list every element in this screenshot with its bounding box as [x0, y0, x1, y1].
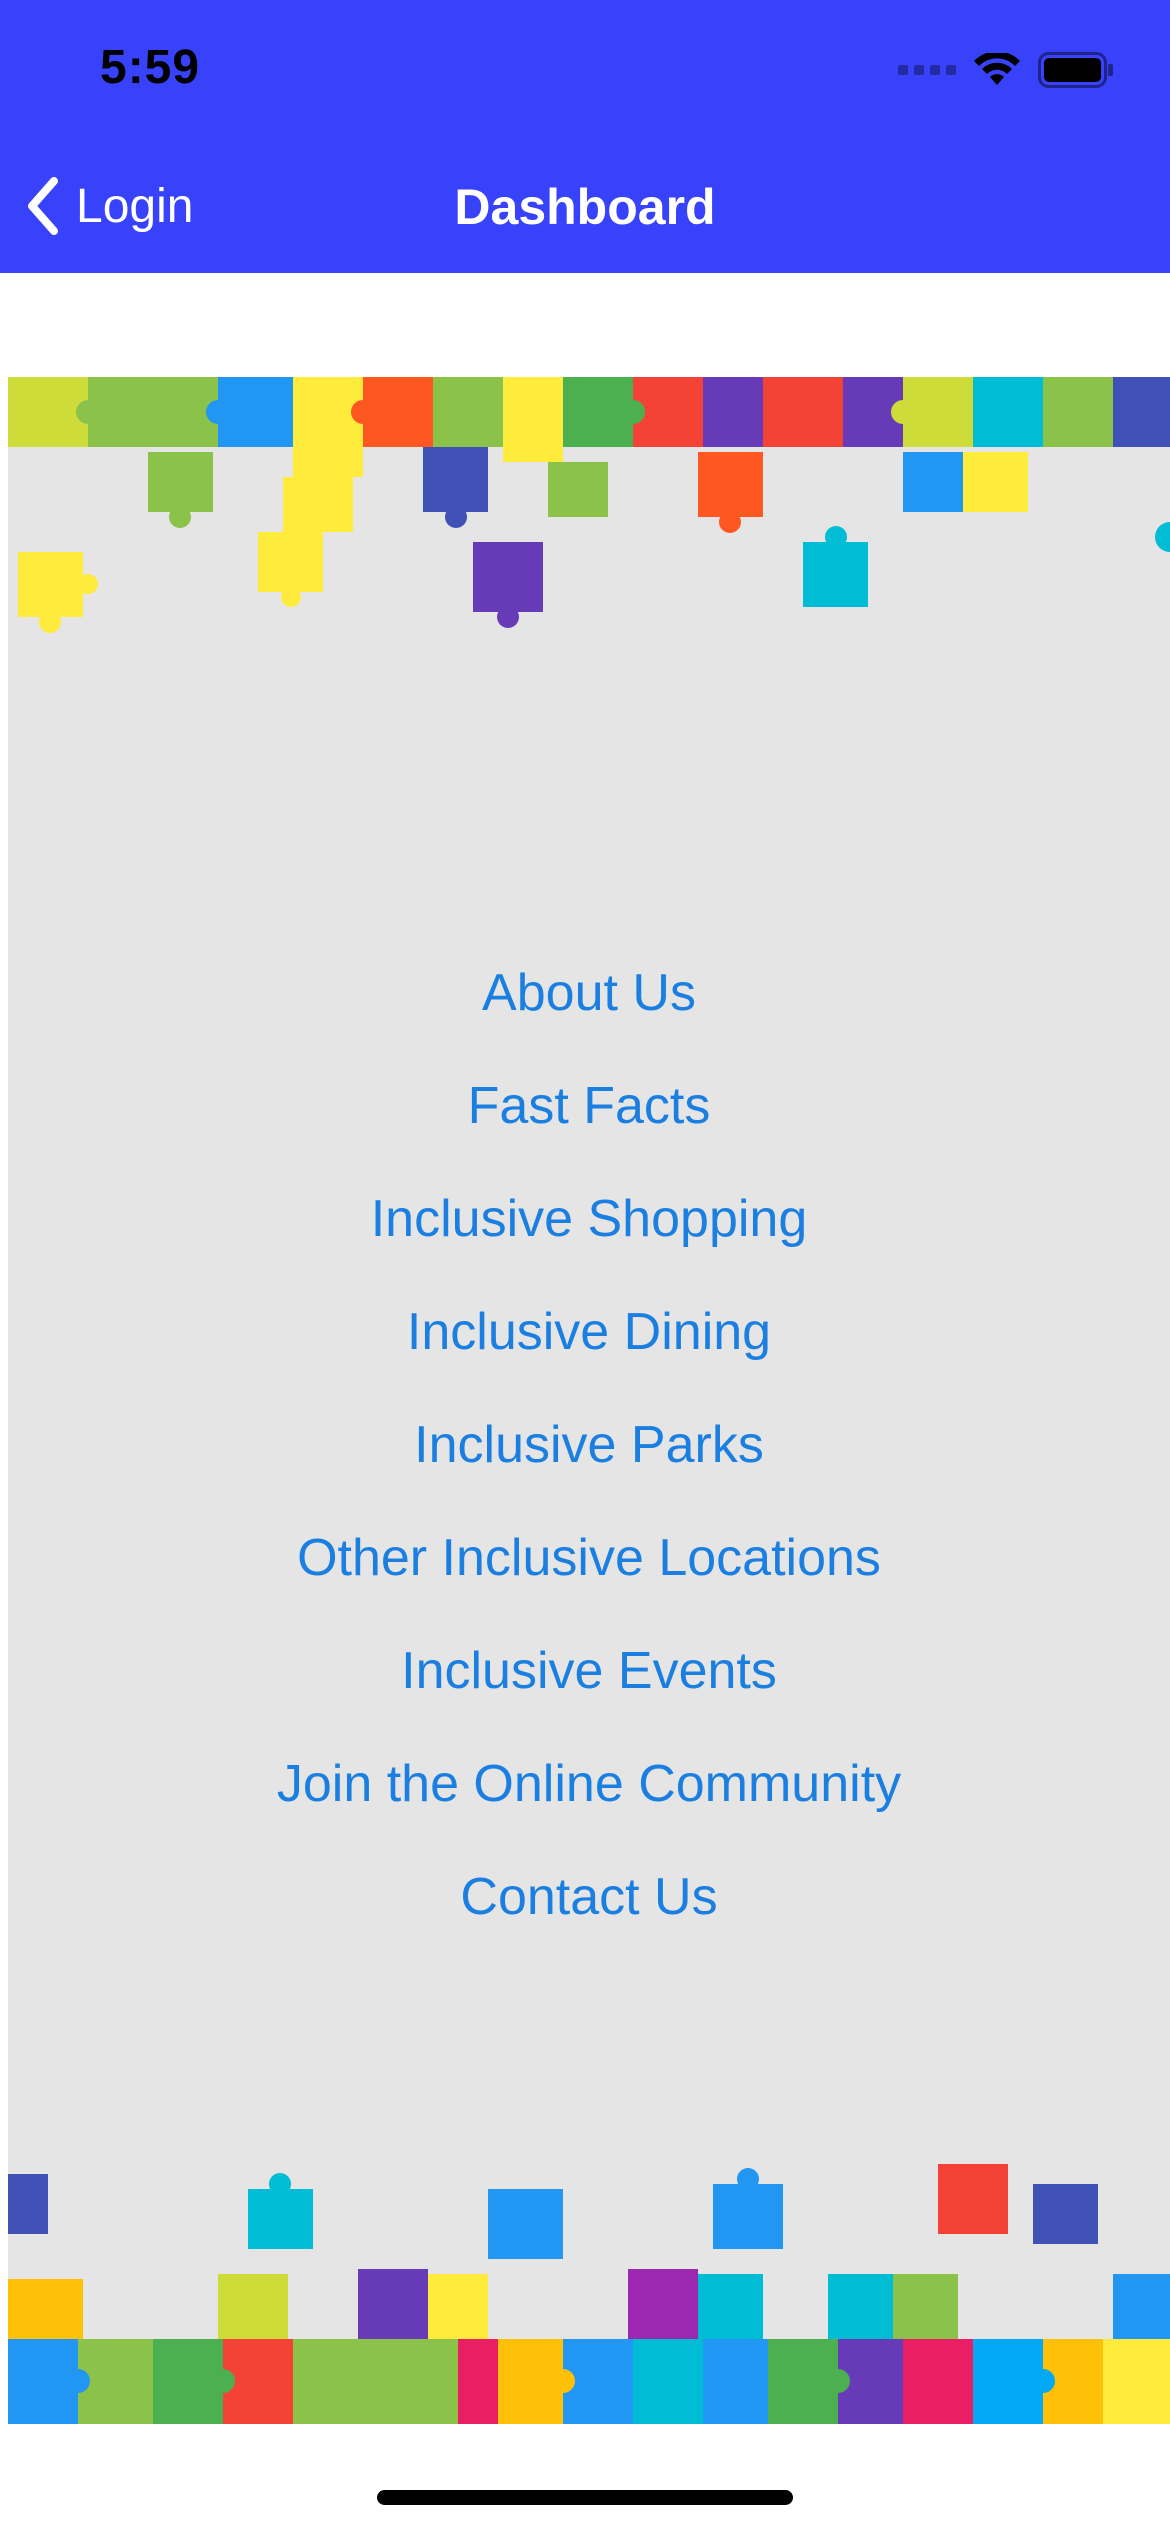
home-indicator[interactable]: [377, 2490, 793, 2505]
navigation-header: 5:59 Login Dashboard: [0, 0, 1170, 273]
app-screen: 5:59 Login Dashboard About Us Fast Facts…: [0, 0, 1170, 2532]
status-icons: [898, 52, 1114, 88]
puzzle-pieces-top-image: [8, 377, 1170, 633]
menu-link-contact-us[interactable]: Contact Us: [460, 1841, 717, 1954]
puzzle-pieces-bottom-image: [8, 2164, 1170, 2424]
menu-link-inclusive-events[interactable]: Inclusive Events: [401, 1615, 777, 1728]
page-title: Dashboard: [454, 179, 716, 235]
menu-link-inclusive-shopping[interactable]: Inclusive Shopping: [371, 1163, 808, 1276]
dashboard-background: About Us Fast Facts Inclusive Shopping I…: [8, 377, 1170, 2424]
status-time: 5:59: [100, 41, 201, 94]
battery-icon: [1038, 52, 1113, 88]
dashboard-menu: About Us Fast Facts Inclusive Shopping I…: [8, 937, 1170, 1954]
wifi-icon: [974, 53, 1020, 85]
menu-link-inclusive-dining[interactable]: Inclusive Dining: [407, 1276, 771, 1389]
menu-link-about-us[interactable]: About Us: [482, 937, 696, 1050]
menu-link-fast-facts[interactable]: Fast Facts: [468, 1050, 711, 1163]
menu-link-join-online-community[interactable]: Join the Online Community: [277, 1728, 901, 1841]
menu-link-other-inclusive-locations[interactable]: Other Inclusive Locations: [297, 1502, 881, 1615]
cellular-signal-icon: [898, 65, 956, 75]
menu-link-inclusive-parks[interactable]: Inclusive Parks: [414, 1389, 764, 1502]
